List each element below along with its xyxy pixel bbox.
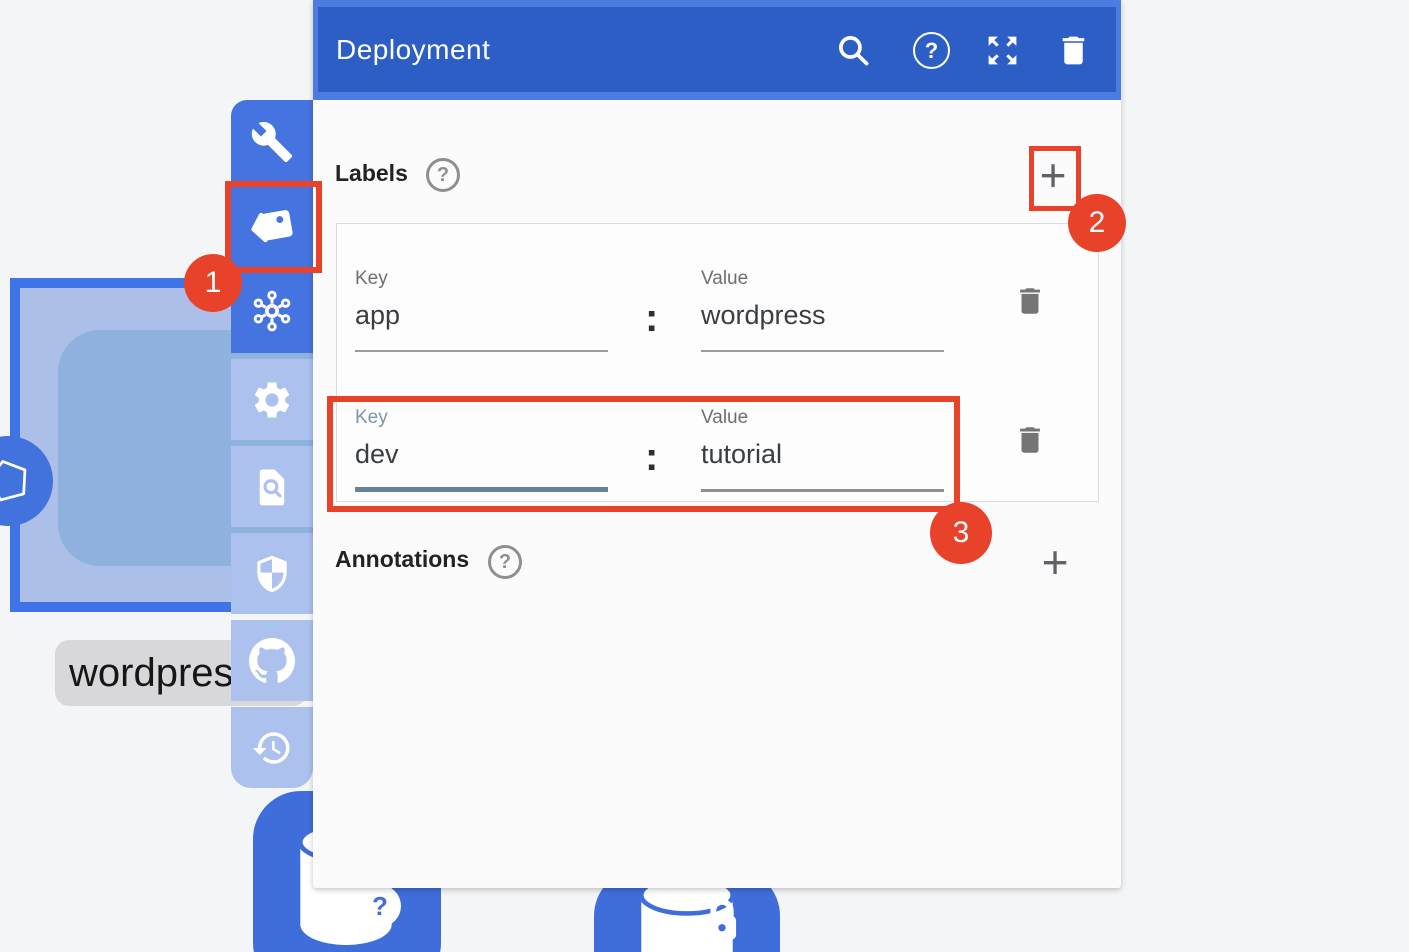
question-glyph: ? <box>499 551 511 574</box>
document-search-icon <box>251 466 293 508</box>
key-input-underline <box>355 350 608 352</box>
delete-label-icon[interactable] <box>1013 284 1047 318</box>
step1-number: 1 <box>205 266 222 300</box>
hub-icon <box>249 288 295 334</box>
annotations-section-title: Annotations <box>335 546 469 573</box>
value-input[interactable]: tutorial <box>701 439 944 470</box>
value-input-underline <box>701 489 944 492</box>
pentagon-outline-icon <box>0 446 43 516</box>
sidebar-item-settings[interactable] <box>231 359 313 440</box>
question-badge: ? <box>359 885 401 927</box>
expand-icon[interactable] <box>984 32 1021 69</box>
key-field-label: Key <box>355 268 608 290</box>
step2-number: 2 <box>1089 206 1106 240</box>
annotations-help-icon[interactable]: ? <box>488 545 522 579</box>
deployment-properties-panel: Deployment ? Labels ? + <box>313 0 1121 888</box>
step3-number: 3 <box>953 516 970 550</box>
step1-badge: 1 <box>184 254 242 312</box>
github-icon <box>249 638 295 684</box>
tag-label-icon <box>249 203 295 249</box>
plus-glyph: + <box>1042 539 1069 585</box>
sidebar-item-github[interactable] <box>231 620 313 701</box>
value-field-label: Value <box>701 407 944 429</box>
label-row: Key app : Value wordpress <box>337 224 1098 363</box>
search-icon[interactable] <box>835 32 872 69</box>
key-field-label: Key <box>355 407 608 429</box>
step2-badge: 2 <box>1068 194 1126 252</box>
sidebar-item-security[interactable] <box>231 533 313 614</box>
sidebar-item-network[interactable] <box>231 269 313 353</box>
history-clock-icon <box>251 727 293 769</box>
sidebar-item-build[interactable] <box>231 100 313 184</box>
value-field-label: Value <box>701 268 944 290</box>
delete-icon[interactable] <box>1055 32 1092 69</box>
panel-header: Deployment ? <box>313 0 1121 100</box>
labels-section-title: Labels <box>335 160 408 187</box>
plus-glyph: + <box>1040 152 1067 198</box>
gear-icon <box>250 378 294 422</box>
shield-icon <box>251 553 293 595</box>
value-input-underline <box>701 350 944 352</box>
question-glyph: ? <box>437 164 449 187</box>
value-input[interactable]: wordpress <box>701 300 944 331</box>
key-input[interactable]: app <box>355 300 608 331</box>
panel-title: Deployment <box>336 34 490 66</box>
lock-icon <box>696 890 748 946</box>
sidebar-item-preview-yaml[interactable] <box>231 446 313 527</box>
step3-badge: 3 <box>930 502 992 564</box>
node-name-label: wordpress <box>69 651 254 696</box>
sidebar-primary-group <box>231 100 313 353</box>
add-label-button[interactable]: + <box>1031 150 1075 200</box>
sidebar-item-labels[interactable] <box>231 184 313 268</box>
colon-separator: : <box>645 296 658 341</box>
label-row: Key dev : Value tutorial <box>337 363 1098 502</box>
help-icon[interactable]: ? <box>913 32 950 69</box>
question-glyph: ? <box>372 891 388 922</box>
question-glyph: ? <box>925 38 938 64</box>
labels-list: Key app : Value wordpress Key dev : Valu… <box>336 223 1099 502</box>
key-input-underline <box>355 487 608 492</box>
key-input[interactable]: dev <box>355 439 608 470</box>
kubernetes-editor-canvas: wordpress ? <box>0 0 1409 952</box>
colon-separator: : <box>645 435 658 480</box>
sidebar-item-history[interactable] <box>231 707 313 788</box>
labels-help-icon[interactable]: ? <box>426 158 460 192</box>
wrench-icon <box>250 120 294 164</box>
add-annotation-button[interactable]: + <box>1033 537 1077 587</box>
delete-label-icon[interactable] <box>1013 423 1047 457</box>
